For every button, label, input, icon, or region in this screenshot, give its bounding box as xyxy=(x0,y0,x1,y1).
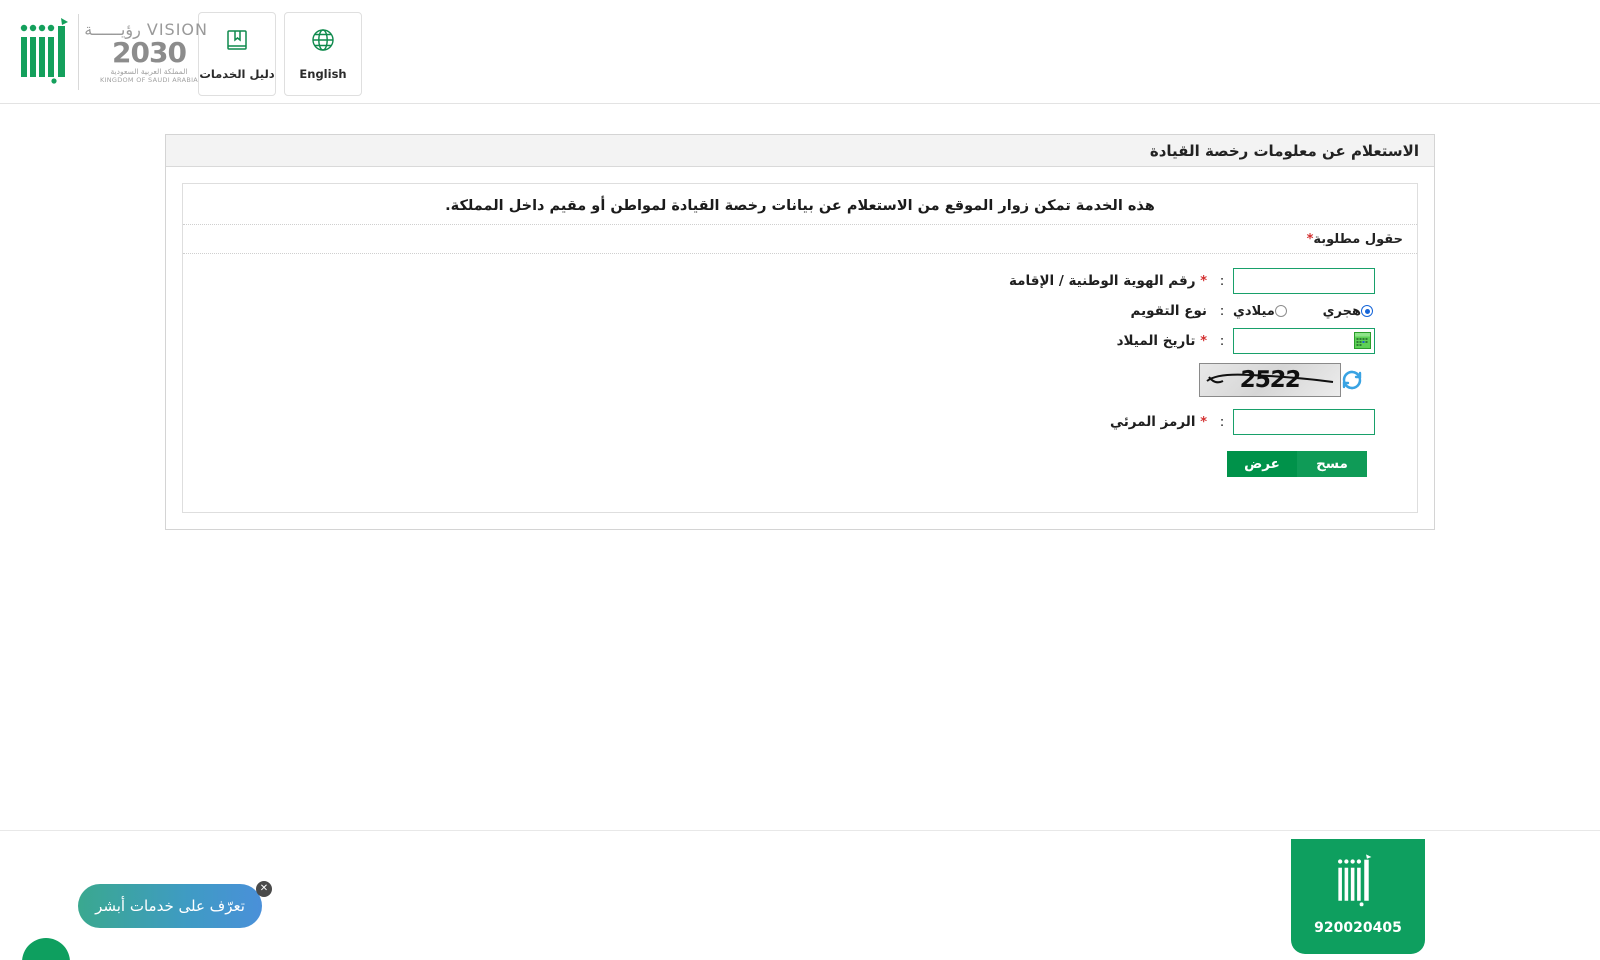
book-icon xyxy=(224,27,250,57)
captcha-required-star: * xyxy=(1200,415,1207,430)
calendar-type-colon: : xyxy=(1219,303,1225,319)
header-utility-buttons: English دليل الخدمات xyxy=(190,12,362,96)
clear-button[interactable]: مسح xyxy=(1297,451,1367,477)
birth-date-row: : * تاريخ الميلاد xyxy=(197,328,1403,354)
national-id-row: : * رقم الهوية الوطنية / الإقامة xyxy=(197,268,1403,294)
national-id-colon: : xyxy=(1219,273,1225,289)
gregorian-label: ميلادي xyxy=(1233,303,1275,319)
services-guide-button-label: دليل الخدمات xyxy=(199,67,275,81)
national-id-label: * رقم الهوية الوطنية / الإقامة xyxy=(1009,273,1211,289)
absher-logo-footer xyxy=(1338,854,1372,907)
birth-date-required-star: * xyxy=(1200,334,1207,349)
submit-button[interactable]: عرض xyxy=(1227,451,1297,477)
contact-phone-number: 920020405 xyxy=(1314,920,1402,936)
calendar-icon[interactable] xyxy=(1354,332,1371,349)
absher-logo[interactable] xyxy=(18,18,74,84)
absher-contact-badge: 920020405 xyxy=(1291,839,1425,954)
services-guide-button[interactable]: دليل الخدمات xyxy=(198,12,276,96)
captcha-strike-line xyxy=(1206,373,1334,384)
form-actions: مسح عرض xyxy=(197,451,1403,477)
vision-subtitle-ar: المملكة العربية السعودية xyxy=(110,67,188,76)
service-panel: الاستعلام عن معلومات رخصة القيادة هذه ال… xyxy=(165,134,1435,530)
calendar-type-radio-group: هجري ميلادي xyxy=(1233,304,1375,319)
captcha-image-row: 2522 xyxy=(197,363,1403,397)
hijri-radio[interactable] xyxy=(1361,305,1373,317)
calendar-type-row: هجري ميلادي : نوع التقويم xyxy=(197,303,1403,319)
calendar-option-gregorian[interactable]: ميلادي xyxy=(1233,304,1289,319)
page-content: الاستعلام عن معلومات رخصة القيادة هذه ال… xyxy=(0,104,1600,830)
page-title: الاستعلام عن معلومات رخصة القيادة xyxy=(166,135,1434,167)
globe-icon xyxy=(310,27,336,57)
captcha-input-label-text: الرمز المرئي xyxy=(1110,414,1196,430)
calendar-option-hijri[interactable]: هجري xyxy=(1323,304,1375,319)
refresh-icon[interactable] xyxy=(1341,369,1363,391)
english-button-label: English xyxy=(299,67,347,81)
birth-date-label: * تاريخ الميلاد xyxy=(1011,333,1211,349)
national-id-input[interactable] xyxy=(1233,268,1375,294)
captcha-image: 2522 xyxy=(1199,363,1341,397)
site-header: English دليل الخدمات VISION رؤيــــــة 2… xyxy=(0,0,1600,104)
national-id-required-star: * xyxy=(1200,274,1207,289)
required-fields-label: حقول مطلوبة xyxy=(1313,232,1403,247)
header-divider xyxy=(78,14,79,90)
chat-promo-text: تعرّف على خدمات أبشر xyxy=(95,897,245,915)
chat-close-icon[interactable]: ✕ xyxy=(256,881,272,897)
required-fields-note: حقول مطلوبة* xyxy=(183,224,1417,254)
calendar-type-label: نوع التقويم xyxy=(1130,303,1208,319)
english-language-button[interactable]: English xyxy=(284,12,362,96)
chat-promo-bubble[interactable]: تعرّف على خدمات أبشر xyxy=(78,884,262,928)
inquiry-form: : * رقم الهوية الوطنية / الإقامة هجري مي… xyxy=(183,254,1417,501)
vision-year: 2030 xyxy=(112,36,187,69)
captcha-input-label: * الرمز المرئي xyxy=(1011,414,1211,430)
birth-date-label-text: تاريخ الميلاد xyxy=(1116,333,1196,349)
gregorian-radio[interactable] xyxy=(1274,305,1287,317)
birth-date-colon: : xyxy=(1219,333,1225,349)
service-description: هذه الخدمة تمكن زوار الموقع من الاستعلام… xyxy=(445,198,1155,214)
national-id-label-text: رقم الهوية الوطنية / الإقامة xyxy=(1009,273,1196,289)
vision-subtitle-en: KINGDOM OF SAUDI ARABIA xyxy=(99,76,199,84)
captcha-input-colon: : xyxy=(1219,414,1225,430)
captcha-input[interactable] xyxy=(1233,409,1375,435)
service-form-container: هذه الخدمة تمكن زوار الموقع من الاستعلام… xyxy=(182,183,1418,513)
captcha-input-row: : * الرمز المرئي xyxy=(197,409,1403,435)
vision-2030-logo: VISION رؤيــــــة 2030 المملكة العربية ا… xyxy=(84,22,208,85)
hijri-label: هجري xyxy=(1322,303,1361,319)
